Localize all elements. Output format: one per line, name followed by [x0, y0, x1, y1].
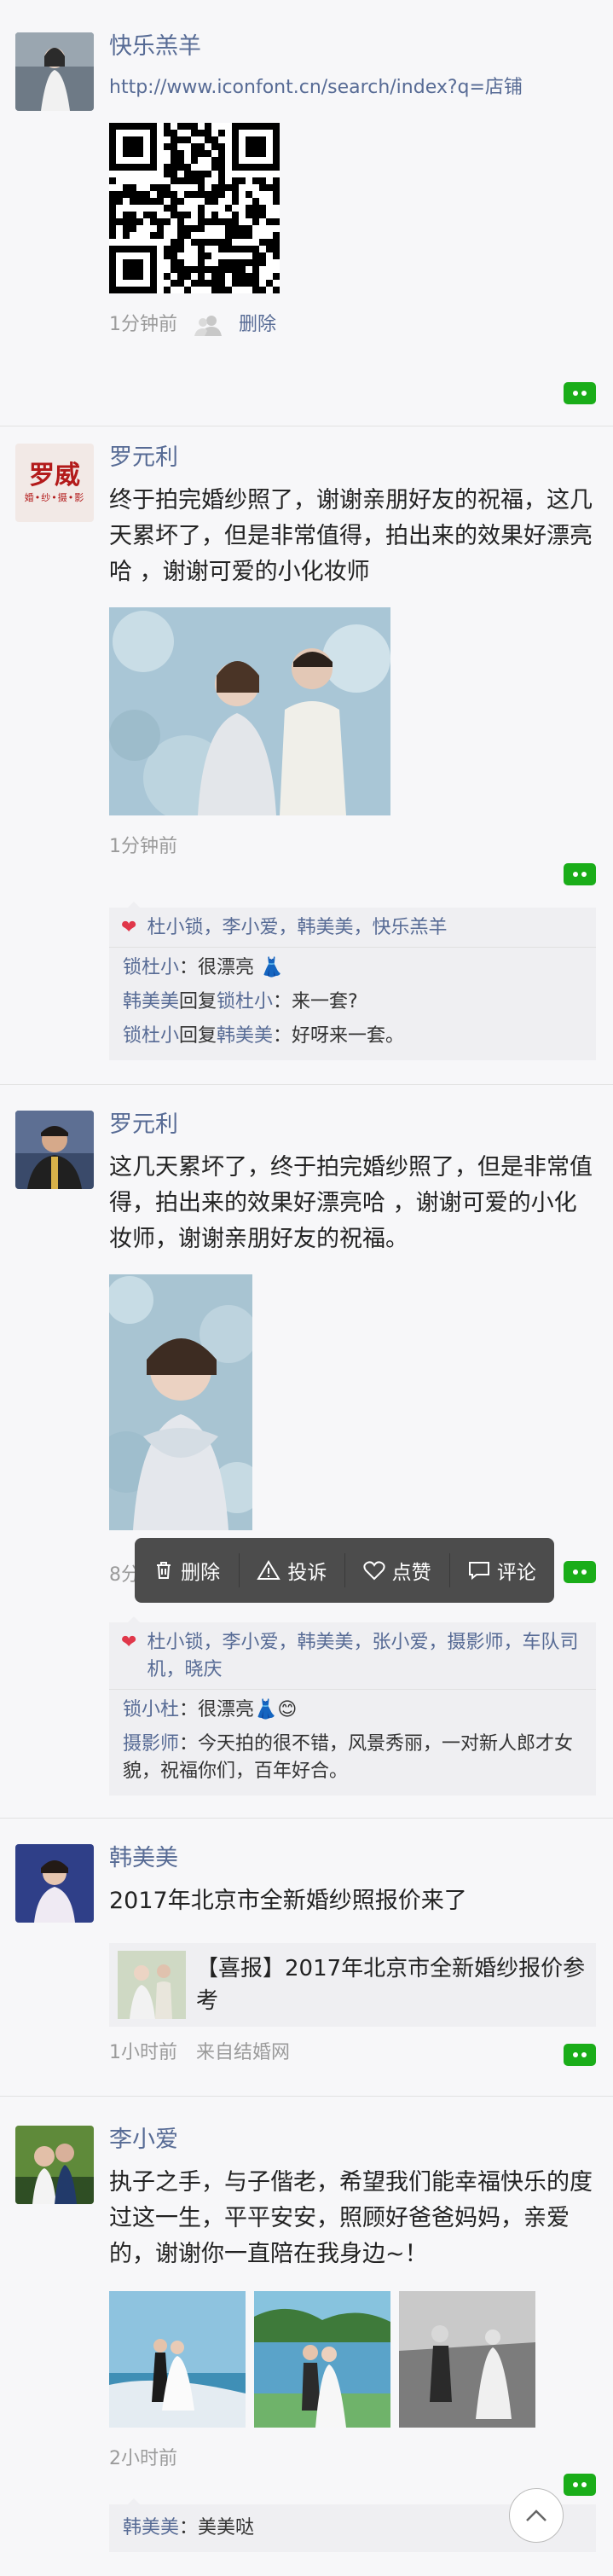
post-time: 1分钟前 [109, 314, 177, 335]
reply-word: 回复 [179, 991, 217, 1012]
username[interactable]: 快乐羔羊 [109, 31, 596, 63]
post-image[interactable] [95, 1274, 263, 1530]
reply-target[interactable]: 锁杜小 [217, 991, 273, 1012]
post-text: 2017年北京市全新婚纱照报价来了 [109, 1888, 467, 1914]
likes-list[interactable]: 杜小锁，李小爱，韩美美，快乐羔羊 [147, 914, 447, 942]
comment-menu-button[interactable] [564, 1561, 596, 1583]
post-text: 执子之手，与子偕老，希望我们能幸福快乐的度过这一生，平平安安，照顾好爸爸妈妈，亲… [109, 2169, 593, 2267]
article-thumbnail [118, 1951, 186, 2019]
interaction-box: ❤ 杜小锁，李小爱，韩美美，张小爱，摄影师，车队司机，晓庆 锁小杜：很漂亮👗😊 … [109, 1616, 596, 1796]
username[interactable]: 李小爱 [109, 2124, 596, 2156]
comment-author[interactable]: 锁小杜 [123, 1699, 179, 1720]
source-label[interactable]: 来自结婚网 [196, 2040, 290, 2066]
back-to-top-button[interactable] [509, 2488, 564, 2543]
avatar-photo [15, 1111, 94, 1189]
moment-post: 韩美美 2017年北京市全新婚纱照报价来了 【喜报】2017年北京市全新婚纱报价… [0, 1844, 613, 2097]
friends-icon[interactable] [193, 314, 227, 336]
post-image[interactable] [109, 607, 390, 821]
comment-text: ：来一套? [273, 991, 358, 1012]
post-text: 这几天累坏了，终于拍完婚纱照了，但是非常值得，拍出来的效果好漂亮哈 ，谢谢可爱的… [109, 1154, 593, 1252]
warning-icon [257, 1560, 281, 1580]
like-action-label: 点赞 [391, 1562, 431, 1584]
interaction-box: ❤ 杜小锁，李小爱，韩美美，快乐羔羊 锁杜小：很漂亮 👗 韩美美回复锁杜小：来一… [109, 902, 596, 1060]
image-grid [109, 2291, 596, 2428]
post-action-popup: 删除 投诉 点赞 评论 [135, 1538, 554, 1603]
delete-link[interactable]: 删除 [239, 312, 276, 338]
avatar[interactable] [15, 1111, 94, 1189]
comment-action-label: 评论 [496, 1562, 536, 1584]
post-time: 1小时前 [109, 2042, 177, 2063]
comment-author[interactable]: 锁杜小 [123, 957, 179, 978]
comment-text: ：今天拍的很不错，风景秀丽，一对新人郎才女貌，祝福你们，百年好合。 [123, 1733, 574, 1782]
username[interactable]: 罗元利 [109, 442, 596, 474]
avatar-photo [15, 2126, 94, 2204]
post-image[interactable] [109, 2291, 246, 2428]
post-time: 1分钟前 [109, 836, 177, 857]
comment-item[interactable]: 摄影师：今天拍的很不错，风景秀丽，一对新人郎才女貌，祝福你们，百年好合。 [109, 1727, 596, 1789]
comment-text: ：很漂亮 👗 [179, 957, 284, 978]
comment-menu-button[interactable] [564, 382, 596, 404]
shared-article-card[interactable]: 【喜报】2017年北京市全新婚纱报价参考 [109, 1943, 596, 2027]
moment-post: 罗威 婚•纱•摄•影 罗元利 终于拍完婚纱照了，谢谢亲朋好友的祝福，这几天累坏了… [0, 444, 613, 1085]
heart-icon: ❤ [121, 1632, 137, 1653]
username[interactable]: 韩美美 [109, 1842, 596, 1875]
avatar[interactable]: 罗威 婚•纱•摄•影 [15, 444, 94, 522]
comment-item[interactable]: 韩美美回复锁杜小：来一套? [109, 985, 596, 1019]
comment-menu-button[interactable] [564, 2044, 596, 2066]
comment-text: ：美美哒 [179, 2517, 255, 2538]
article-title: 【喜报】2017年北京市全新婚纱报价参考 [196, 1956, 586, 2014]
comment-menu-button[interactable] [564, 863, 596, 885]
avatar[interactable] [15, 2126, 94, 2204]
avatar[interactable] [15, 32, 94, 111]
comment-text: ：好呀来一套。 [273, 1025, 405, 1047]
avatar-logo-subtext: 婚•纱•摄•影 [24, 492, 85, 503]
comment-action[interactable]: 评论 [450, 1553, 554, 1587]
comment-bubble-icon [468, 1562, 489, 1581]
moment-post: 快乐羔羊 http://www.iconfont.cn/search/index… [0, 32, 613, 426]
post-text: 终于拍完婚纱照了，谢谢亲朋好友的祝福，这几天累坏了，但是非常值得，拍出来的效果好… [109, 487, 593, 585]
post-image[interactable] [254, 2291, 390, 2428]
reply-target[interactable]: 韩美美 [217, 1025, 273, 1047]
link-text[interactable]: http://www.iconfont.cn/search/index?q=店铺 [109, 72, 596, 99]
comment-item[interactable]: 锁杜小回复韩美美：好呀来一套。 [109, 1019, 596, 1053]
trash-icon [157, 1562, 171, 1579]
chevron-up-icon [526, 2509, 546, 2521]
delete-action-label: 删除 [181, 1562, 221, 1584]
comment-item[interactable]: 锁小杜：很漂亮👗😊 [109, 1693, 596, 1727]
moments-feed: 快乐羔羊 http://www.iconfont.cn/search/index… [0, 0, 613, 2576]
comment-author[interactable]: 锁杜小 [123, 1025, 179, 1047]
post-image[interactable] [399, 2291, 535, 2428]
comment-item[interactable]: 锁杜小：很漂亮 👗 [109, 951, 596, 985]
likes-row: ❤ 杜小锁，李小爱，韩美美，快乐羔羊 [109, 908, 596, 948]
comment-author[interactable]: 韩美美 [123, 991, 179, 1012]
username[interactable]: 罗元利 [109, 1109, 596, 1141]
reply-word: 回复 [179, 1025, 217, 1047]
report-action[interactable]: 投诉 [240, 1553, 345, 1587]
comment-author[interactable]: 韩美美 [123, 2517, 179, 2538]
qr-code-image[interactable] [109, 123, 280, 293]
comment-text: ：很漂亮👗😊 [179, 1699, 298, 1720]
comment-menu-button[interactable] [564, 2474, 596, 2496]
likes-row: ❤ 杜小锁，李小爱，韩美美，张小爱，摄影师，车队司机，晓庆 [109, 1622, 596, 1690]
moment-post: 罗元利 这几天累坏了，终于拍完婚纱照了，但是非常值得，拍出来的效果好漂亮哈 ，谢… [0, 1111, 613, 1819]
post-time: 2小时前 [109, 2448, 177, 2469]
delete-action[interactable]: 删除 [135, 1553, 240, 1587]
avatar-photo [15, 32, 94, 111]
heart-outline-icon [363, 1561, 385, 1581]
like-action[interactable]: 点赞 [345, 1553, 450, 1587]
heart-icon: ❤ [121, 917, 137, 938]
avatar-photo [15, 1844, 94, 1923]
likes-list[interactable]: 杜小锁，李小爱，韩美美，张小爱，摄影师，车队司机，晓庆 [147, 1629, 584, 1684]
comment-author[interactable]: 摄影师 [123, 1733, 179, 1755]
report-action-label: 投诉 [287, 1562, 327, 1584]
avatar-logo-text: 罗威 [29, 461, 80, 490]
avatar[interactable] [15, 1844, 94, 1923]
